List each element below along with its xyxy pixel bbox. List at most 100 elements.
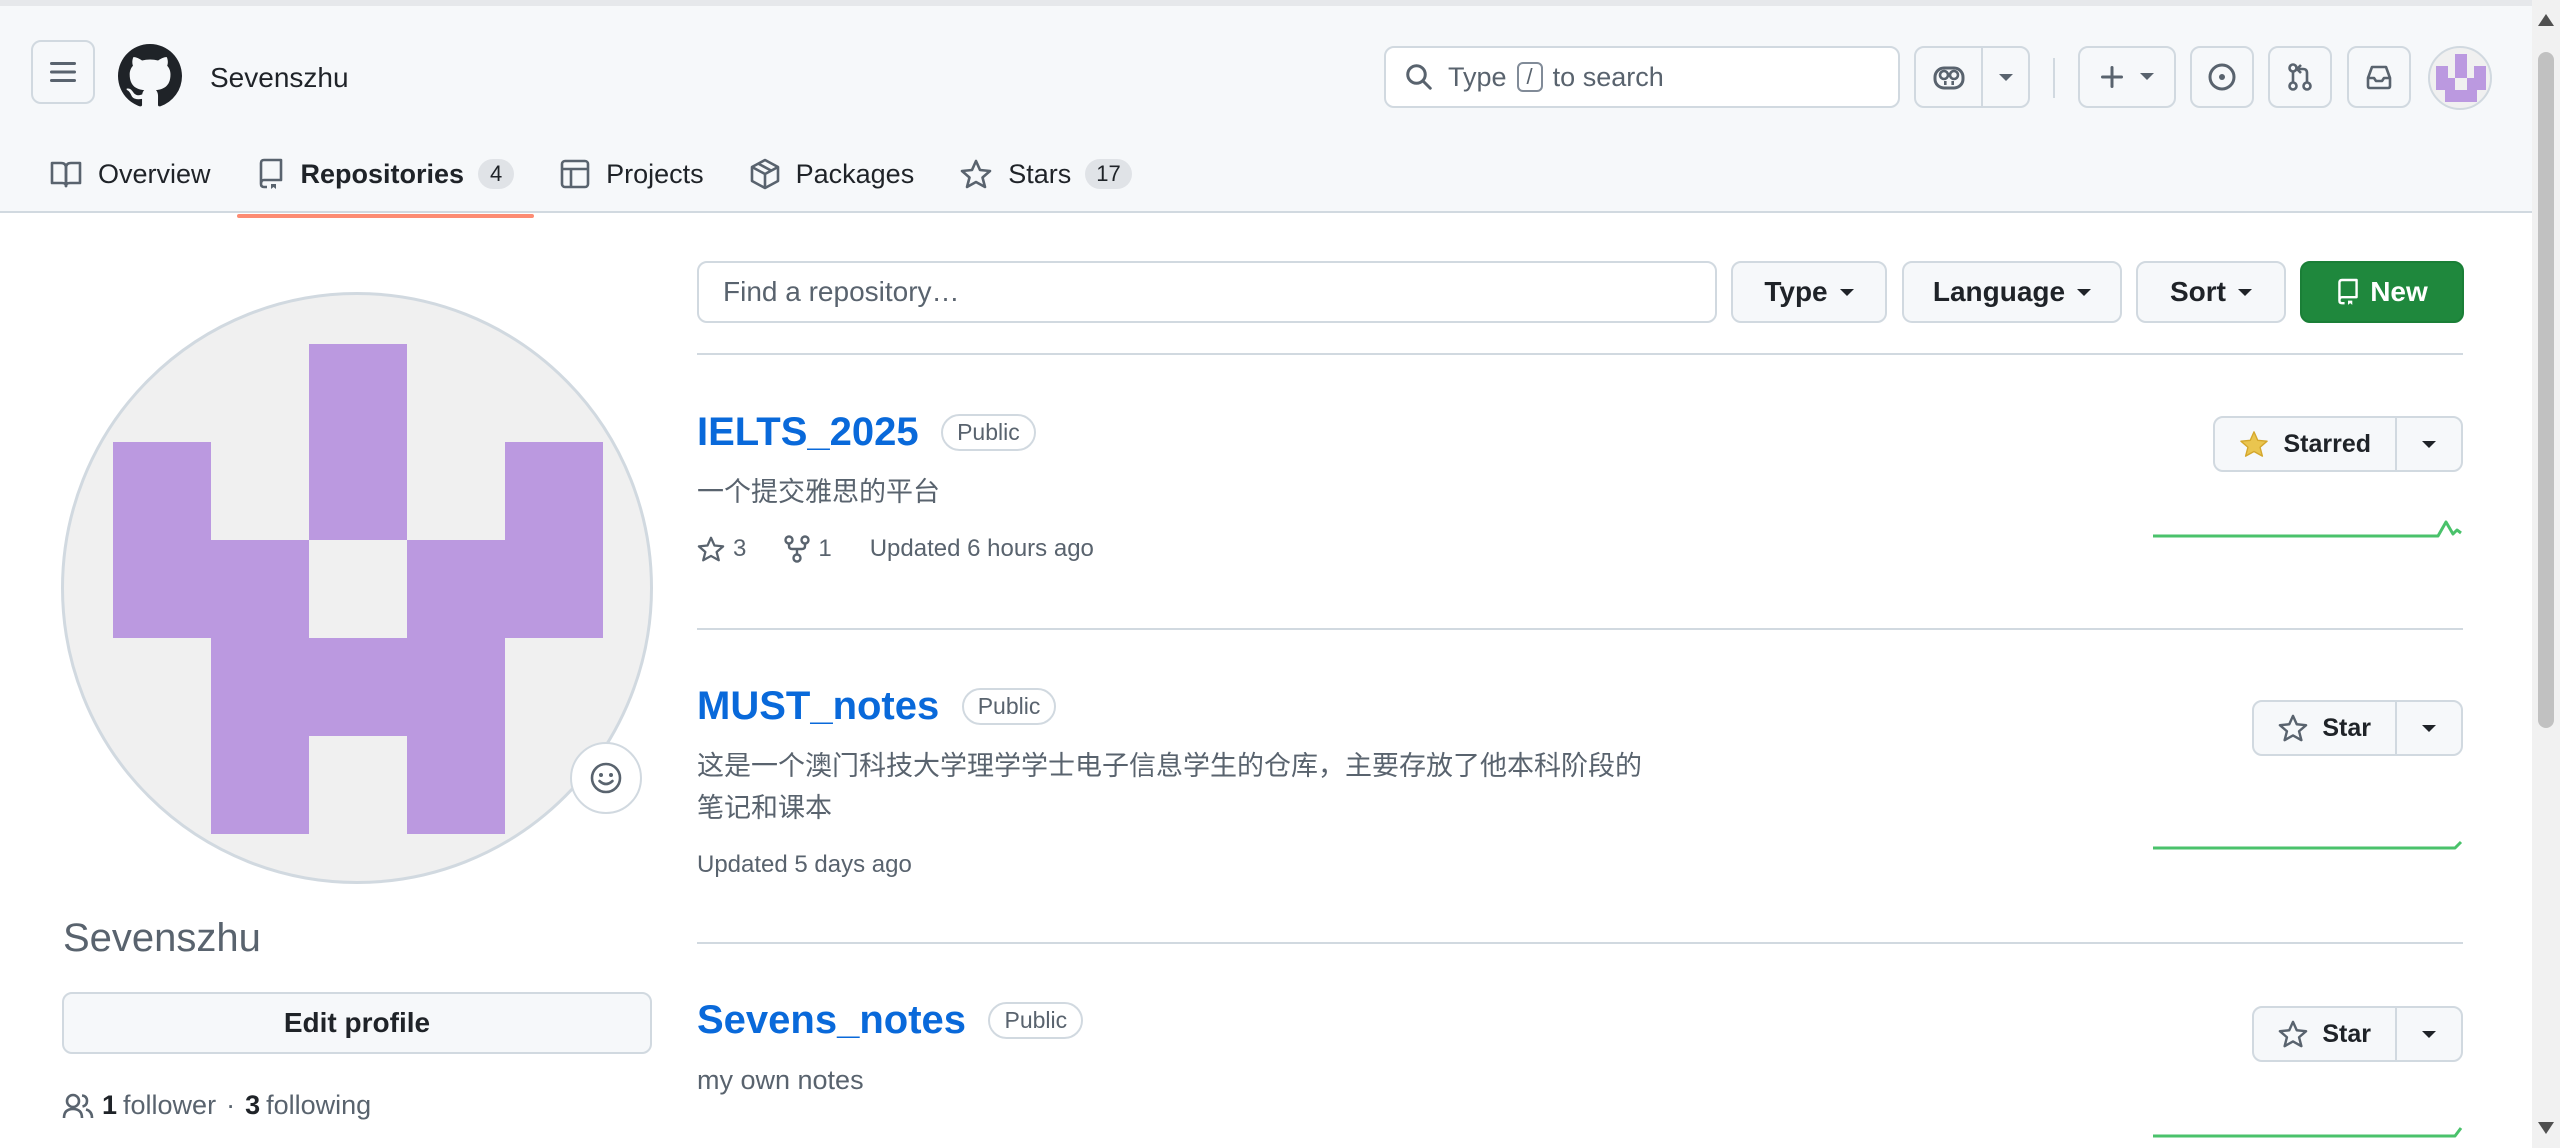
profile-tabs: Overview Repositories 4 Projects Package… [30, 146, 1158, 218]
list-divider [697, 628, 2463, 630]
repo-name-link[interactable]: IELTS_2025 [697, 410, 919, 455]
create-new-button[interactable] [2078, 46, 2176, 108]
fork-icon [784, 535, 811, 563]
star-fill-icon [2240, 431, 2269, 457]
language-filter-label: Language [1932, 276, 2066, 307]
repositories-count-badge: 4 [478, 159, 515, 189]
repo-list-item: Sevens_notes Public my own notes Star [697, 998, 2463, 1138]
star-button-group: Starred [2213, 416, 2463, 472]
tab-projects[interactable]: Projects [540, 146, 724, 202]
tab-repositories[interactable]: Repositories 4 [236, 146, 535, 218]
repo-meta: Updated 5 days ago [697, 851, 2463, 879]
star-icon [960, 159, 992, 189]
github-logo-icon[interactable] [118, 44, 182, 108]
profile-name: Sevenszhu [63, 916, 261, 960]
header-separator [2053, 58, 2055, 98]
following-label[interactable]: following [266, 1090, 371, 1121]
star-icon [2279, 1020, 2308, 1048]
new-label: New [2370, 276, 2428, 307]
profile-avatar[interactable] [61, 292, 653, 884]
visibility-badge: Public [961, 688, 1057, 725]
follow-stats: 1 follower · 3 following [62, 1090, 371, 1121]
issues-button[interactable] [2190, 46, 2254, 108]
copilot-button[interactable] [1914, 46, 2030, 108]
repo-list-item: MUST_notes Public 这是一个澳门科技大学理学学士电子信息学生的仓… [697, 684, 2463, 879]
avatar-pixel [211, 638, 505, 736]
caret-down-icon [2238, 288, 2252, 296]
caret-down-icon [2422, 440, 2436, 448]
user-avatar[interactable] [2428, 46, 2492, 110]
stars-count-badge: 17 [1085, 159, 1132, 189]
avatar-pixel [2467, 78, 2486, 90]
unstar-button[interactable]: Starred [2215, 418, 2397, 470]
tab-overview[interactable]: Overview [30, 146, 231, 202]
pull-requests-button[interactable] [2268, 46, 2332, 108]
following-count[interactable]: 3 [245, 1090, 260, 1121]
star-icon [2279, 714, 2308, 742]
caret-down-icon [1839, 288, 1854, 296]
page-scrollbar[interactable] [2532, 0, 2560, 1148]
scroll-up-arrow-icon[interactable] [2538, 14, 2554, 26]
scroll-down-arrow-icon[interactable] [2538, 1122, 2554, 1134]
edit-profile-button[interactable]: Edit profile [62, 992, 652, 1054]
people-icon [62, 1093, 94, 1118]
set-status-button[interactable] [570, 742, 642, 814]
chevron-down-icon[interactable] [1998, 73, 2014, 83]
repo-name-link[interactable]: Sevens_notes [697, 998, 966, 1043]
avatar-pixel [2445, 90, 2477, 102]
tab-label: Repositories [300, 158, 465, 189]
language-filter-button[interactable]: Language [1902, 261, 2122, 323]
new-repository-button[interactable]: New [2300, 261, 2464, 323]
global-header: Sevenszhu Type / to search Overview Repo… [0, 0, 2532, 218]
repo-name-link[interactable]: MUST_notes [697, 684, 939, 729]
tab-label: Packages [795, 158, 915, 189]
header-username[interactable]: Sevenszhu [210, 62, 349, 94]
star-list-dropdown[interactable] [2397, 702, 2461, 754]
star-label: Star [2322, 1019, 2371, 1048]
avatar-pixel [211, 540, 309, 638]
repo-description: 一个提交雅思的平台 [697, 477, 940, 507]
star-list-dropdown[interactable] [2397, 418, 2461, 470]
avatar-pixel [309, 344, 407, 540]
forks-count: 1 [818, 535, 832, 562]
avatar-pixel [2436, 66, 2448, 78]
avatar-pixel [505, 442, 603, 638]
star-button[interactable]: Star [2254, 1008, 2397, 1060]
star-button[interactable]: Star [2254, 702, 2397, 754]
activity-sparkline [2153, 520, 2462, 538]
search-icon [1406, 64, 1432, 90]
forks-link[interactable]: 1 [784, 535, 832, 563]
sort-button[interactable]: Sort [2136, 261, 2286, 323]
repo-description: my own notes [697, 1065, 864, 1095]
caret-down-icon [2077, 288, 2092, 296]
visibility-badge: Public [988, 1002, 1084, 1039]
list-divider [697, 942, 2463, 944]
caret-down-icon [2422, 1030, 2436, 1038]
global-search-input[interactable]: Type / to search [1384, 46, 1900, 108]
search-suffix: to search [1552, 61, 1664, 92]
scrollbar-thumb[interactable] [2538, 52, 2554, 728]
star-list-dropdown[interactable] [2397, 1008, 2461, 1060]
tab-label: Stars [1008, 158, 1072, 189]
avatar-pixel [2436, 78, 2455, 90]
inbox-button[interactable] [2347, 46, 2411, 108]
avatar-pixel [113, 442, 211, 638]
stargazers-link[interactable]: 3 [697, 535, 746, 563]
find-repository-input[interactable]: Find a repository… [697, 261, 1717, 323]
followers-label[interactable]: follower [123, 1090, 216, 1121]
package-icon [750, 158, 779, 190]
avatar-pixel [2455, 54, 2467, 66]
inbox-icon [2366, 65, 2392, 90]
book-icon [50, 161, 82, 188]
stars-count: 3 [733, 535, 747, 562]
avatar-pixel [407, 736, 505, 834]
avatar-pixel [211, 736, 309, 834]
updated-time: Updated 5 days ago [697, 851, 912, 878]
star-button-group: Star [2252, 1006, 2463, 1062]
avatar-pixel [407, 540, 505, 638]
followers-count[interactable]: 1 [102, 1090, 117, 1121]
tab-stars[interactable]: Stars 17 [940, 146, 1152, 202]
menu-button[interactable] [31, 40, 95, 104]
tab-packages[interactable]: Packages [730, 146, 935, 202]
type-filter-button[interactable]: Type [1731, 261, 1887, 323]
